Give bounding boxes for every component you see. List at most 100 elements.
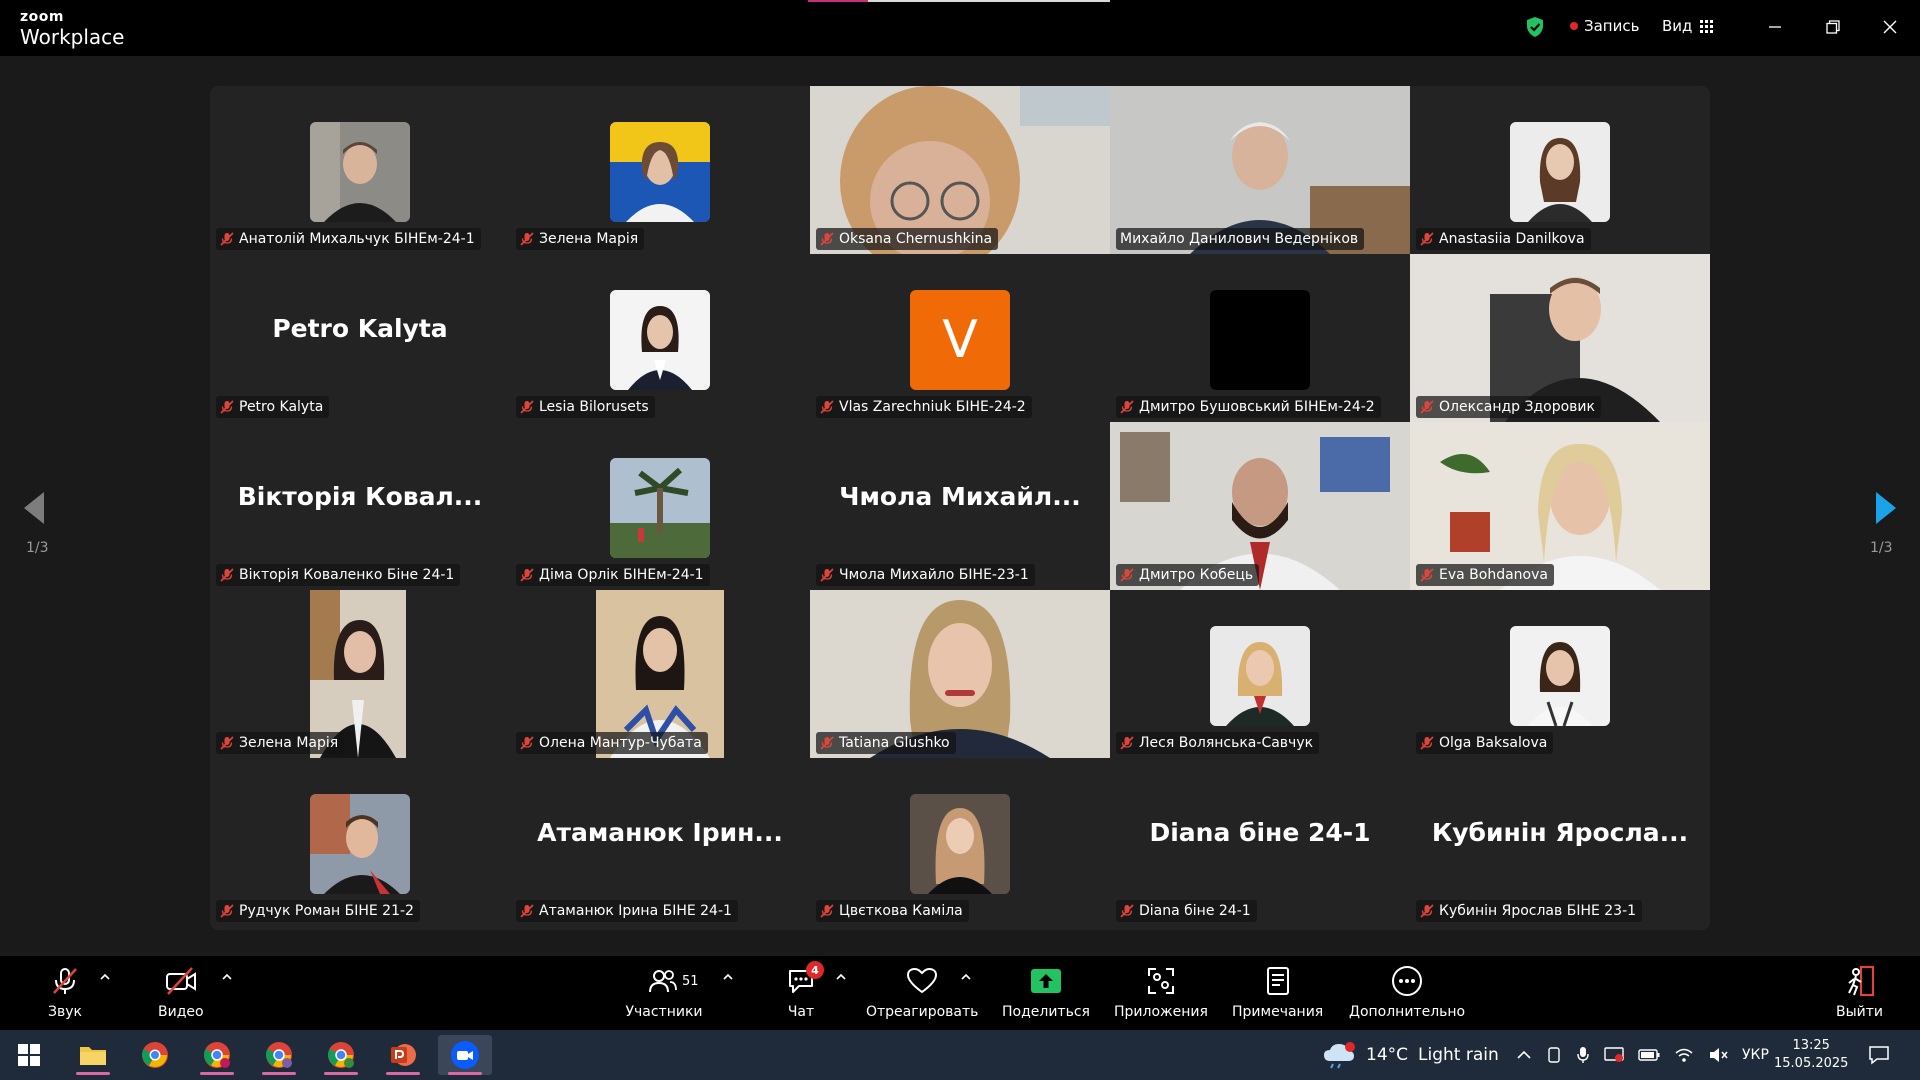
participant-display-name: Diana біне 24-1 — [1149, 818, 1371, 847]
participant-tile[interactable]: Дмитро Бушовський БІНЕм-24-2 — [1110, 254, 1410, 422]
participant-video-tile[interactable]: Дмитро Кобець — [1110, 422, 1410, 590]
chrome-profile-icon — [328, 1042, 354, 1068]
muted-mic-icon — [1120, 904, 1134, 918]
device-icon[interactable] — [1546, 1046, 1562, 1064]
chat-button[interactable]: 4 Чат — [784, 961, 824, 1020]
taskbar-zoom[interactable] — [438, 1035, 492, 1075]
participant-tile[interactable]: Атаманюк Ірин... Атаманюк Ірина БІНЕ 24-… — [510, 758, 810, 926]
view-button[interactable]: Вид — [1662, 17, 1714, 35]
meeting-toolbar: Звук Видео 51 Участники 4 Чат Отреагиров… — [0, 956, 1920, 1030]
muted-mic-icon — [820, 232, 834, 246]
wifi-icon[interactable] — [1674, 1047, 1694, 1063]
system-tray: УКР — [1516, 1030, 1769, 1080]
participants-options-caret-icon[interactable] — [722, 972, 734, 982]
participant-avatar — [610, 458, 710, 558]
muted-mic-icon — [220, 904, 234, 918]
chat-options-caret-icon[interactable] — [835, 972, 847, 982]
taskbar-chrome-profile-m[interactable] — [190, 1035, 244, 1075]
muted-mic-icon — [1420, 400, 1434, 414]
notification-icon — [1869, 1046, 1889, 1065]
record-dot-icon — [1570, 22, 1578, 30]
next-page-arrow-icon[interactable] — [1874, 490, 1898, 526]
taskbar-powerpoint[interactable] — [376, 1035, 430, 1075]
participant-tile[interactable]: Petro Kalyta Petro Kalyta — [210, 254, 510, 422]
letter-avatar: V — [910, 290, 1010, 390]
apps-icon — [1147, 968, 1174, 994]
participant-tile[interactable]: Леся Волянська-Савчук — [1110, 590, 1410, 758]
participant-video-tile[interactable]: Eva Bohdanova — [1410, 422, 1710, 590]
participant-tile[interactable]: Anastasiia Danilkova — [1410, 86, 1710, 254]
notes-button[interactable]: Примечания — [1232, 964, 1323, 1020]
participants-button[interactable]: 51 Участники — [624, 964, 704, 1020]
weather-widget[interactable]: 14°C Light rain — [1322, 1030, 1499, 1080]
participant-name: Petro Kalyta — [239, 399, 324, 415]
speaker-muted-icon[interactable] — [1708, 1047, 1728, 1063]
muted-mic-icon — [1420, 568, 1434, 582]
participant-avatar — [1210, 626, 1310, 726]
leave-meeting-button[interactable]: Выйти — [1836, 964, 1883, 1020]
muted-mic-icon — [520, 904, 534, 918]
audio-button[interactable]: Звук — [48, 964, 82, 1020]
participant-tile[interactable]: Olga Baksalova — [1410, 590, 1710, 758]
recording-indicator[interactable]: Запись — [1570, 17, 1639, 35]
participant-tile[interactable]: Вікторія Ковал... Вікторія Коваленко Бін… — [210, 422, 510, 590]
close-window-button[interactable] — [1875, 12, 1905, 42]
participant-name: Олександр Здоровик — [1439, 399, 1595, 415]
participant-display-name: Чмола Михайл... — [839, 482, 1081, 511]
participant-avatar — [1210, 290, 1310, 390]
zoom-logo: zoom Workplace — [20, 9, 125, 49]
chevron-up-icon[interactable] — [1516, 1049, 1532, 1061]
participant-tile[interactable]: Анатолій Михальчук БІНЕм-24-1 — [210, 86, 510, 254]
participant-avatar — [910, 794, 1010, 894]
taskbar-chrome-profile-3[interactable] — [314, 1035, 368, 1075]
participant-video-tile[interactable]: Tatiana Glushko — [810, 590, 1110, 758]
participant-tile[interactable]: Зелена Марія — [510, 86, 810, 254]
active-speaker-tile[interactable]: Михайло Данилович Ведерніков — [1110, 86, 1410, 254]
participant-name: Анатолій Михальчук БІНЕм-24-1 — [239, 231, 475, 247]
participant-name: Олена Мантур-Чубата — [539, 735, 702, 751]
page-indicator-left: 1/3 — [26, 540, 49, 556]
screen-share-tray-icon[interactable] — [1604, 1046, 1624, 1064]
more-options-icon — [1392, 966, 1423, 996]
microphone-icon[interactable] — [1576, 1046, 1590, 1064]
battery-icon[interactable] — [1638, 1048, 1660, 1062]
taskbar-file-explorer[interactable] — [66, 1035, 120, 1075]
restore-button[interactable] — [1818, 12, 1848, 42]
participant-video-tile[interactable]: Олександр Здоровик — [1410, 254, 1710, 422]
participant-tile[interactable]: Чмола Михайл... Чмола Михайло БІНЕ-23-1 — [810, 422, 1110, 590]
participant-tile[interactable]: Diana біне 24-1 Diana біне 24-1 — [1110, 758, 1410, 926]
chrome-icon — [142, 1042, 168, 1068]
input-language[interactable]: УКР — [1742, 1047, 1769, 1063]
clock[interactable]: 13:25 15.05.2025 — [1774, 1030, 1848, 1080]
apps-button[interactable]: Приложения — [1114, 964, 1208, 1020]
participant-name: Tatiana Glushko — [839, 735, 950, 751]
page-indicator-right: 1/3 — [1870, 540, 1893, 556]
muted-mic-icon — [1420, 904, 1434, 918]
muted-mic-icon — [220, 568, 234, 582]
previous-page-arrow-icon[interactable] — [22, 490, 46, 526]
security-shield-icon[interactable] — [1525, 16, 1545, 38]
minimize-icon — [1769, 26, 1781, 28]
participant-video-tile[interactable]: Олена Мантур-Чубата — [510, 590, 810, 758]
participant-tile[interactable]: Кубинін Яросла... Кубинін Ярослав БІНЕ 2… — [1410, 758, 1710, 926]
react-options-caret-icon[interactable] — [960, 972, 972, 982]
participant-tile[interactable]: Діма Орлік БІНЕм-24-1 — [510, 422, 810, 590]
audio-options-caret-icon[interactable] — [99, 972, 111, 982]
participant-tile[interactable]: Lesia Bilorusets — [510, 254, 810, 422]
participant-video-tile[interactable]: Зелена Марія — [210, 590, 510, 758]
muted-mic-icon — [220, 400, 234, 414]
participant-tile[interactable]: Цвєткова Каміла — [810, 758, 1110, 926]
taskbar-chrome[interactable] — [128, 1035, 182, 1075]
share-screen-button[interactable]: Поделиться — [1002, 964, 1090, 1020]
video-options-caret-icon[interactable] — [221, 972, 233, 982]
participant-tile[interactable]: Рудчук Роман БІНЕ 21-2 — [210, 758, 510, 926]
start-button[interactable] — [2, 1035, 56, 1075]
notification-center-button[interactable] — [1868, 1030, 1890, 1080]
video-button[interactable]: Видео — [158, 964, 204, 1020]
minimize-button[interactable] — [1760, 12, 1790, 42]
taskbar-chrome-profile-2[interactable] — [252, 1035, 306, 1075]
participant-name: Зелена Марія — [239, 735, 339, 751]
participant-video-tile[interactable]: Oksana Chernushkina — [810, 86, 1110, 254]
more-button[interactable]: Дополнительно — [1349, 964, 1465, 1020]
participant-tile[interactable]: V Vlas Zarechniuk БІНЕ-24-2 — [810, 254, 1110, 422]
